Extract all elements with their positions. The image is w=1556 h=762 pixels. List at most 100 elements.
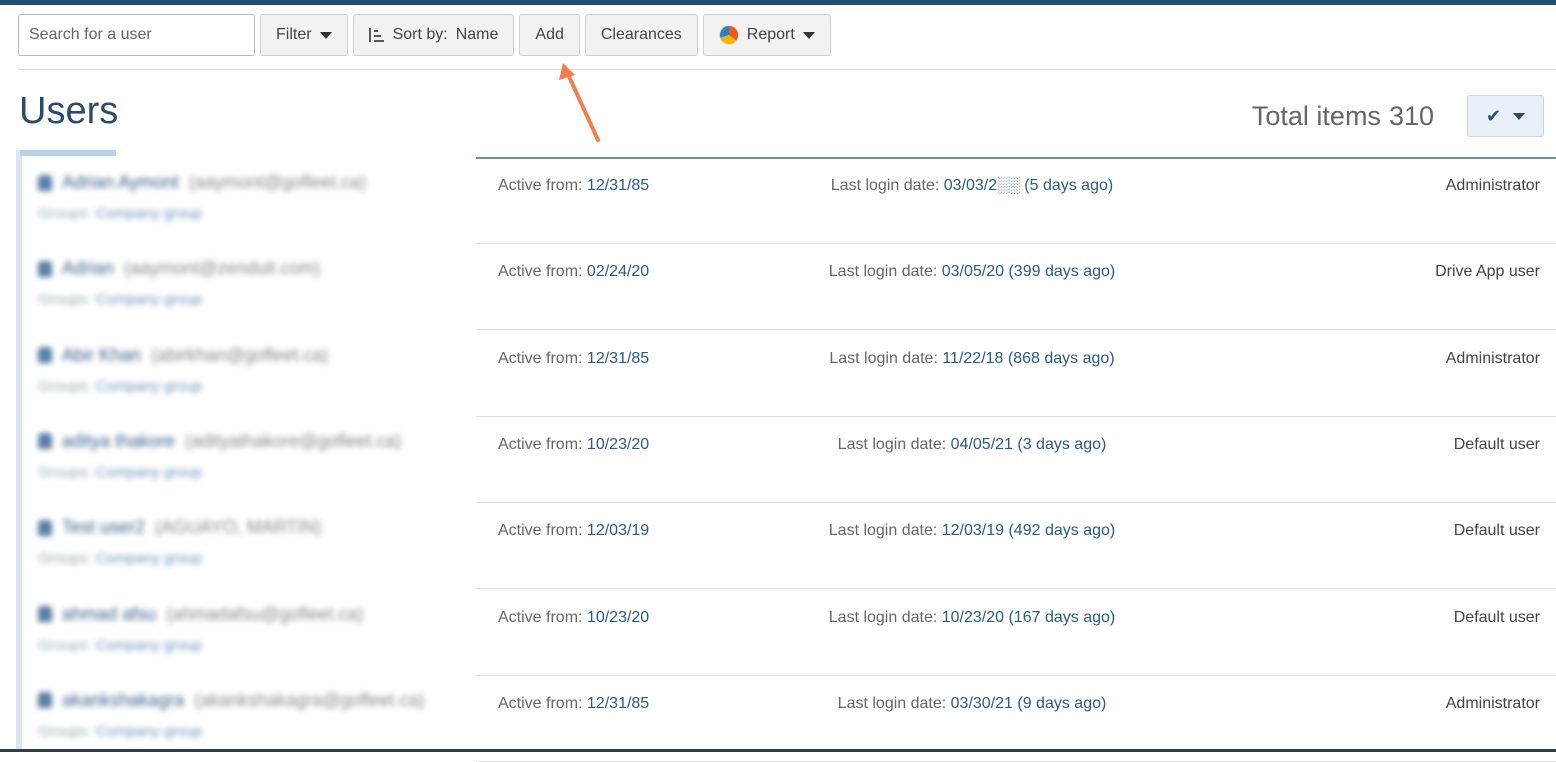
active-from-label: Active from:	[498, 263, 583, 281]
select-all-button[interactable]: ✔	[1467, 95, 1544, 137]
user-role: Administrator	[1445, 349, 1540, 367]
total-count: 310	[1388, 101, 1434, 131]
last-login: Last login date: 11/22/18 (868 days ago)	[802, 350, 1142, 368]
table-row[interactable]: Adrian (aaymont@zenduit.com) Groups: Compa…	[22, 244, 1556, 331]
total-items: Total items 310	[1252, 101, 1434, 132]
add-button[interactable]: Add	[519, 14, 580, 56]
user-name-line: Abir Khan (abirkhan@gofleet.ca)	[38, 345, 478, 366]
user-name-line: ahmad afsu (ahmadafsu@gofleet.ca)	[38, 604, 478, 625]
group-link[interactable]: Company group	[96, 464, 203, 481]
group-link[interactable]: Company group	[96, 637, 203, 654]
pie-chart-icon	[718, 25, 739, 45]
list-left-tab	[20, 150, 116, 156]
active-from-date: 10/23/20	[586, 435, 650, 453]
user-name[interactable]: ahmad afsu	[62, 604, 156, 625]
active-from-label: Active from:	[498, 435, 583, 453]
last-login-value: 10/23/20 (167 days ago)	[941, 608, 1116, 626]
user-email: (abirkhan@gofleet.ca)	[151, 344, 329, 365]
table-row[interactable]: Abir Khan (abirkhan@gofleet.ca) Groups: Co…	[22, 331, 1556, 417]
clearances-button[interactable]: Clearances	[584, 14, 698, 56]
search-input[interactable]	[18, 14, 255, 56]
last-login-label: Last login date:	[828, 608, 938, 626]
user-cell[interactable]: Adrian Aymont (aaymont@gofleet.ca) Groups:…	[38, 172, 478, 222]
user-name-line: Adrian Aymont (aaymont@gofleet.ca)	[38, 172, 478, 193]
user-name[interactable]: Test user2	[62, 517, 145, 538]
user-email: (akankshakagra@gofleet.ca)	[194, 689, 425, 710]
table-row[interactable]: aditya thakore (adityathakore@gofleet.ca)…	[22, 417, 1556, 503]
last-login-label: Last login date:	[830, 177, 940, 194]
user-role: Default user	[1453, 435, 1540, 453]
sort-icon	[368, 27, 385, 43]
table-row[interactable]: Adrian Aymont (aaymont@gofleet.ca) Groups:…	[22, 158, 1556, 244]
active-from-date: 02/24/20	[586, 263, 650, 281]
user-role: Drive App user	[1435, 263, 1540, 281]
active-from-label: Active from:	[498, 522, 583, 540]
filter-label: Filter	[276, 26, 312, 43]
user-cell[interactable]: akankshakagra (akankshakagra@gofleet.ca) G…	[38, 690, 478, 740]
last-login: Last login date: 10/23/20 (167 days ago)	[802, 609, 1142, 627]
group-link[interactable]: Company group	[96, 378, 203, 395]
user-cell[interactable]: Adrian (aaymont@zenduit.com) Groups: Compa…	[38, 258, 478, 308]
last-login: Last login date: 04/05/21 (3 days ago)	[802, 436, 1142, 454]
active-from: Active from: 12/31/85	[498, 177, 649, 195]
user-name[interactable]: Abir Khan	[62, 345, 141, 366]
last-login-label: Last login date:	[828, 263, 938, 281]
user-name-line: aditya thakore (adityathakore@gofleet.ca)	[38, 431, 478, 452]
user-icon	[38, 519, 52, 536]
user-groups: Groups: Company group	[38, 205, 478, 222]
table-row[interactable]: Test user2 (AGUAYO, MARTIN) Groups: Compan…	[22, 503, 1556, 590]
last-login: Last login date: 12/03/19 (492 days ago)	[802, 522, 1142, 540]
active-from: Active from: 10/23/20	[498, 609, 649, 627]
groups-label: Groups:	[38, 377, 92, 395]
clearances-label: Clearances	[600, 26, 682, 43]
user-name[interactable]: akankshakagra	[62, 690, 184, 711]
groups-label: Groups:	[38, 205, 92, 222]
user-name-line: akankshakagra (akankshakagra@gofleet.ca)	[38, 690, 478, 711]
annotation-arrow	[559, 63, 600, 142]
report-button[interactable]: Report	[702, 14, 831, 56]
user-email: (ahmadafsu@gofleet.ca)	[166, 603, 364, 624]
toolbar: Filter Sort by: Name Add Clearances Repo…	[18, 14, 831, 58]
active-from-date: 12/31/85	[586, 177, 650, 194]
group-link[interactable]: Company group	[96, 550, 203, 567]
user-groups: Groups: Company group	[38, 291, 478, 308]
groups-label: Groups:	[38, 550, 92, 568]
user-role: Administrator	[1445, 177, 1540, 194]
user-icon	[38, 433, 52, 450]
table-row[interactable]: ahmad afsu (ahmadafsu@gofleet.ca) Groups: …	[22, 590, 1556, 676]
group-link[interactable]: Company group	[96, 205, 203, 222]
user-cell[interactable]: aditya thakore (adityathakore@gofleet.ca)…	[38, 431, 478, 481]
group-link[interactable]: Company group	[96, 723, 203, 740]
user-cell[interactable]: Test user2 (AGUAYO, MARTIN) Groups: Compan…	[38, 517, 478, 567]
user-groups: Groups: Company group	[38, 550, 478, 567]
groups-label: Groups:	[38, 463, 92, 481]
sort-button[interactable]: Sort by: Name	[352, 14, 515, 56]
active-from-date: 12/31/85	[586, 694, 650, 712]
user-role: Default user	[1453, 522, 1540, 540]
user-email: (AGUAYO, MARTIN)	[155, 517, 322, 538]
last-login: Last login date: 03/05/20 (399 days ago)	[802, 263, 1142, 281]
user-name[interactable]: Adrian Aymont	[62, 172, 179, 193]
group-link[interactable]: Company group	[96, 291, 203, 308]
user-name-line: Test user2 (AGUAYO, MARTIN)	[38, 517, 478, 538]
user-cell[interactable]: Abir Khan (abirkhan@gofleet.ca) Groups: Co…	[38, 345, 478, 395]
user-role: Default user	[1453, 608, 1540, 626]
active-from-label: Active from:	[498, 177, 583, 194]
last-login-value: 03/30/21 (9 days ago)	[950, 694, 1107, 712]
active-from-label: Active from:	[498, 608, 583, 626]
groups-label: Groups:	[38, 291, 92, 309]
user-groups: Groups: Company group	[38, 378, 478, 395]
user-cell[interactable]: ahmad afsu (ahmadafsu@gofleet.ca) Groups: …	[38, 604, 478, 654]
user-name[interactable]: Adrian	[62, 258, 114, 279]
filter-button[interactable]: Filter	[260, 14, 348, 56]
active-from-date: 12/31/85	[586, 349, 650, 367]
user-email: (aaymont@gofleet.ca)	[188, 172, 367, 192]
active-from: Active from: 12/31/85	[498, 350, 649, 368]
groups-label: Groups:	[38, 722, 92, 740]
user-name[interactable]: aditya thakore	[62, 431, 175, 452]
user-name-line: Adrian (aaymont@zenduit.com)	[38, 258, 478, 279]
user-role: Administrator	[1445, 694, 1540, 712]
toolbar-divider	[18, 69, 1556, 70]
sort-value: Name	[455, 26, 499, 43]
active-from-label: Active from:	[498, 349, 583, 367]
